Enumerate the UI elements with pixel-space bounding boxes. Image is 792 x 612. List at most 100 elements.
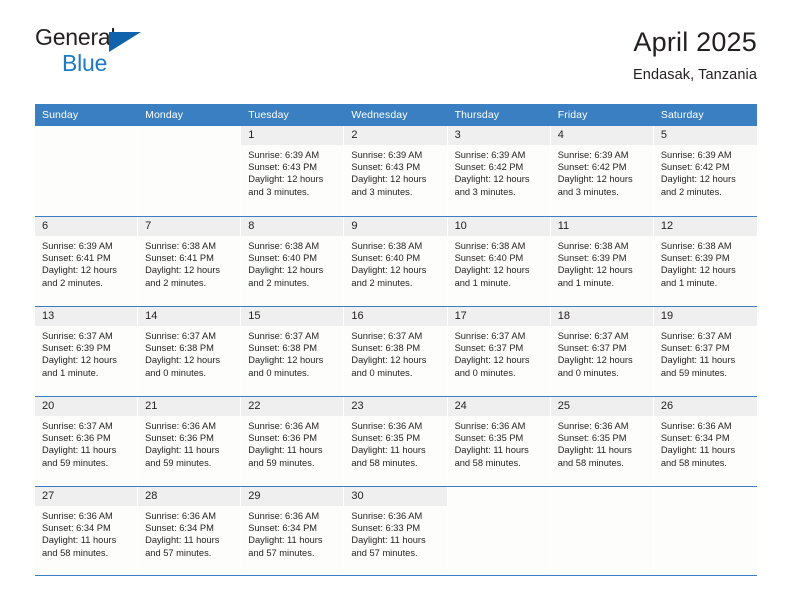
day-cell[interactable]: 7 Sunrise: 6:38 AM Sunset: 6:41 PM Daylight…: [138, 217, 242, 306]
day-number: 13: [42, 310, 55, 322]
sunset-text: Sunset: 6:37 PM: [557, 343, 627, 354]
day-number: 3: [454, 129, 461, 141]
daylight-text: Daylight: 12 hours: [145, 355, 221, 366]
day-cell[interactable]: 10 Sunrise: 6:38 AM Sunset: 6:40 PM Dayligh…: [447, 217, 551, 306]
day-cell-empty: [447, 487, 551, 575]
daylight-text: Daylight: 12 hours: [660, 265, 736, 276]
day-cell[interactable]: 1 Sunrise: 6:39 AM Sunset: 6:43 PM Daylight…: [241, 126, 345, 216]
sunrise-text: Sunrise: 6:39 AM: [42, 241, 113, 251]
daylight-text: and 2 minutes.: [248, 277, 310, 288]
day-cell[interactable]: 13 Sunrise: 6:37 AM Sunset: 6:39 PM Dayligh…: [35, 307, 139, 396]
day-number: 5: [660, 129, 667, 141]
day-cell[interactable]: 21 Sunrise: 6:36 AM Sunset: 6:36 PM Dayligh…: [138, 397, 242, 486]
day-number-band: 28: [138, 487, 241, 506]
day-number: 12: [660, 220, 674, 232]
sunset-text: Sunset: 6:42 PM: [660, 162, 730, 173]
sunset-text: Sunset: 6:40 PM: [351, 253, 421, 264]
day-number-band: 30: [344, 487, 447, 506]
sunset-text: Sunset: 6:35 PM: [351, 433, 421, 444]
day-cell-empty: [550, 487, 654, 575]
day-cell[interactable]: 30 Sunrise: 6:36 AM Sunset: 6:33 PM Dayligh…: [344, 487, 448, 575]
day-cell[interactable]: 29 Sunrise: 6:36 AM Sunset: 6:34 PM Dayligh…: [241, 487, 345, 575]
day-number-band: 10: [447, 217, 550, 236]
sunrise-text: Sunrise: 6:37 AM: [248, 331, 320, 341]
day-cell[interactable]: 3 Sunrise: 6:39 AM Sunset: 6:42 PM Daylight…: [447, 126, 551, 216]
sunset-text: Sunset: 6:39 PM: [557, 253, 627, 264]
day-number: 23: [351, 400, 364, 412]
daylight-text: Daylight: 12 hours: [557, 265, 633, 276]
sunset-text: Sunset: 6:39 PM: [42, 343, 111, 354]
day-cell[interactable]: 9 Sunrise: 6:38 AM Sunset: 6:40 PM Daylight…: [344, 217, 448, 306]
day-cell[interactable]: 25 Sunrise: 6:36 AM Sunset: 6:35 PM Dayligh…: [550, 397, 654, 486]
sunrise-text: Sunrise: 6:38 AM: [557, 241, 629, 251]
day-info: Sunrise: 6:36 AM Sunset: 6:34 PM Daylight:…: [654, 416, 757, 469]
day-number: 6: [42, 220, 49, 232]
daylight-text: and 1 minute.: [42, 367, 99, 378]
day-number: 22: [248, 400, 261, 412]
day-cell[interactable]: 5 Sunrise: 6:39 AM Sunset: 6:42 PM Daylight…: [653, 126, 757, 216]
day-cell[interactable]: 4 Sunrise: 6:39 AM Sunset: 6:42 PM Daylight…: [550, 126, 654, 216]
daylight-text: and 2 minutes.: [42, 277, 103, 288]
sunrise-text: Sunrise: 6:37 AM: [145, 331, 216, 341]
sunrise-text: Sunrise: 6:37 AM: [557, 331, 629, 341]
day-cell[interactable]: 18 Sunrise: 6:37 AM Sunset: 6:37 PM Dayligh…: [550, 307, 654, 396]
day-cell[interactable]: 17 Sunrise: 6:37 AM Sunset: 6:37 PM Dayligh…: [447, 307, 551, 396]
sunrise-text: Sunrise: 6:38 AM: [351, 241, 423, 251]
day-cell[interactable]: 6 Sunrise: 6:39 AM Sunset: 6:41 PM Daylight…: [35, 217, 139, 306]
daylight-text: and 1 minute.: [660, 277, 718, 288]
day-cell[interactable]: 14 Sunrise: 6:37 AM Sunset: 6:38 PM Dayligh…: [138, 307, 242, 396]
day-cell[interactable]: 20 Sunrise: 6:37 AM Sunset: 6:36 PM Dayligh…: [35, 397, 139, 486]
day-number-band: [138, 126, 240, 145]
day-cell[interactable]: 24 Sunrise: 6:36 AM Sunset: 6:35 PM Dayligh…: [447, 397, 551, 486]
daylight-text: and 59 minutes.: [145, 457, 212, 468]
week-row: 20 Sunrise: 6:37 AM Sunset: 6:36 PM Dayligh…: [35, 396, 757, 486]
daylight-text: Daylight: 11 hours: [145, 445, 220, 456]
sunset-text: Sunset: 6:39 PM: [660, 253, 730, 264]
day-cell[interactable]: 27 Sunrise: 6:36 AM Sunset: 6:34 PM Dayligh…: [35, 487, 139, 575]
day-number: 17: [454, 310, 467, 322]
sunrise-text: Sunrise: 6:38 AM: [660, 241, 732, 251]
day-number-band: 25: [550, 397, 653, 416]
day-number-band: 27: [35, 487, 138, 506]
calendar-weeks: 1 Sunrise: 6:39 AM Sunset: 6:43 PM Daylight…: [35, 126, 757, 576]
day-info: Sunrise: 6:39 AM Sunset: 6:41 PM Daylight:…: [35, 236, 137, 289]
title-block: April 2025 Endasak, Tanzania: [633, 26, 757, 82]
day-info: Sunrise: 6:37 AM Sunset: 6:38 PM Daylight:…: [138, 326, 240, 379]
day-cell[interactable]: 15 Sunrise: 6:37 AM Sunset: 6:38 PM Dayligh…: [241, 307, 345, 396]
day-number: 14: [145, 310, 158, 322]
daylight-text: and 0 minutes.: [248, 367, 310, 378]
sunset-text: Sunset: 6:36 PM: [145, 433, 214, 444]
day-number: 4: [557, 129, 564, 141]
daylight-text: Daylight: 12 hours: [454, 355, 530, 366]
calendar-page: General Blue April 2025 Endasak, Tanzani…: [0, 0, 792, 612]
day-cell[interactable]: 19 Sunrise: 6:37 AM Sunset: 6:37 PM Dayligh…: [653, 307, 757, 396]
weekday-header-row: Sunday Monday Tuesday Wednesday Thursday…: [35, 104, 757, 126]
day-cell[interactable]: 16 Sunrise: 6:37 AM Sunset: 6:38 PM Dayligh…: [344, 307, 448, 396]
sunrise-text: Sunrise: 6:36 AM: [248, 421, 320, 431]
day-cell[interactable]: 8 Sunrise: 6:38 AM Sunset: 6:40 PM Daylight…: [241, 217, 345, 306]
sunset-text: Sunset: 6:34 PM: [248, 523, 318, 534]
sunset-text: Sunset: 6:38 PM: [248, 343, 318, 354]
daylight-text: Daylight: 11 hours: [42, 445, 117, 456]
sunset-text: Sunset: 6:35 PM: [557, 433, 627, 444]
day-number: 2: [351, 129, 358, 141]
day-cell[interactable]: 26 Sunrise: 6:36 AM Sunset: 6:34 PM Dayligh…: [653, 397, 757, 486]
day-number-band: 13: [35, 307, 138, 326]
brand-logo[interactable]: General Blue: [35, 26, 150, 78]
daylight-text: and 0 minutes.: [145, 367, 207, 378]
day-cell[interactable]: 22 Sunrise: 6:36 AM Sunset: 6:36 PM Dayligh…: [241, 397, 345, 486]
day-info: Sunrise: 6:36 AM Sunset: 6:33 PM Daylight:…: [344, 506, 446, 559]
daylight-text: and 58 minutes.: [660, 457, 727, 468]
sunrise-text: Sunrise: 6:37 AM: [351, 331, 423, 341]
day-cell[interactable]: 28 Sunrise: 6:36 AM Sunset: 6:34 PM Dayligh…: [138, 487, 242, 575]
daylight-text: and 59 minutes.: [248, 457, 315, 468]
day-number-band: 4: [550, 126, 653, 145]
day-cell[interactable]: 11 Sunrise: 6:38 AM Sunset: 6:39 PM Dayligh…: [550, 217, 654, 306]
day-number: 7: [145, 220, 152, 232]
daylight-text: Daylight: 11 hours: [660, 445, 736, 456]
week-row: 1 Sunrise: 6:39 AM Sunset: 6:43 PM Daylight…: [35, 126, 757, 216]
day-cell[interactable]: 2 Sunrise: 6:39 AM Sunset: 6:43 PM Daylight…: [344, 126, 448, 216]
day-cell[interactable]: 23 Sunrise: 6:36 AM Sunset: 6:35 PM Dayligh…: [344, 397, 448, 486]
day-number: 9: [351, 220, 358, 232]
day-cell[interactable]: 12 Sunrise: 6:38 AM Sunset: 6:39 PM Dayligh…: [653, 217, 757, 306]
